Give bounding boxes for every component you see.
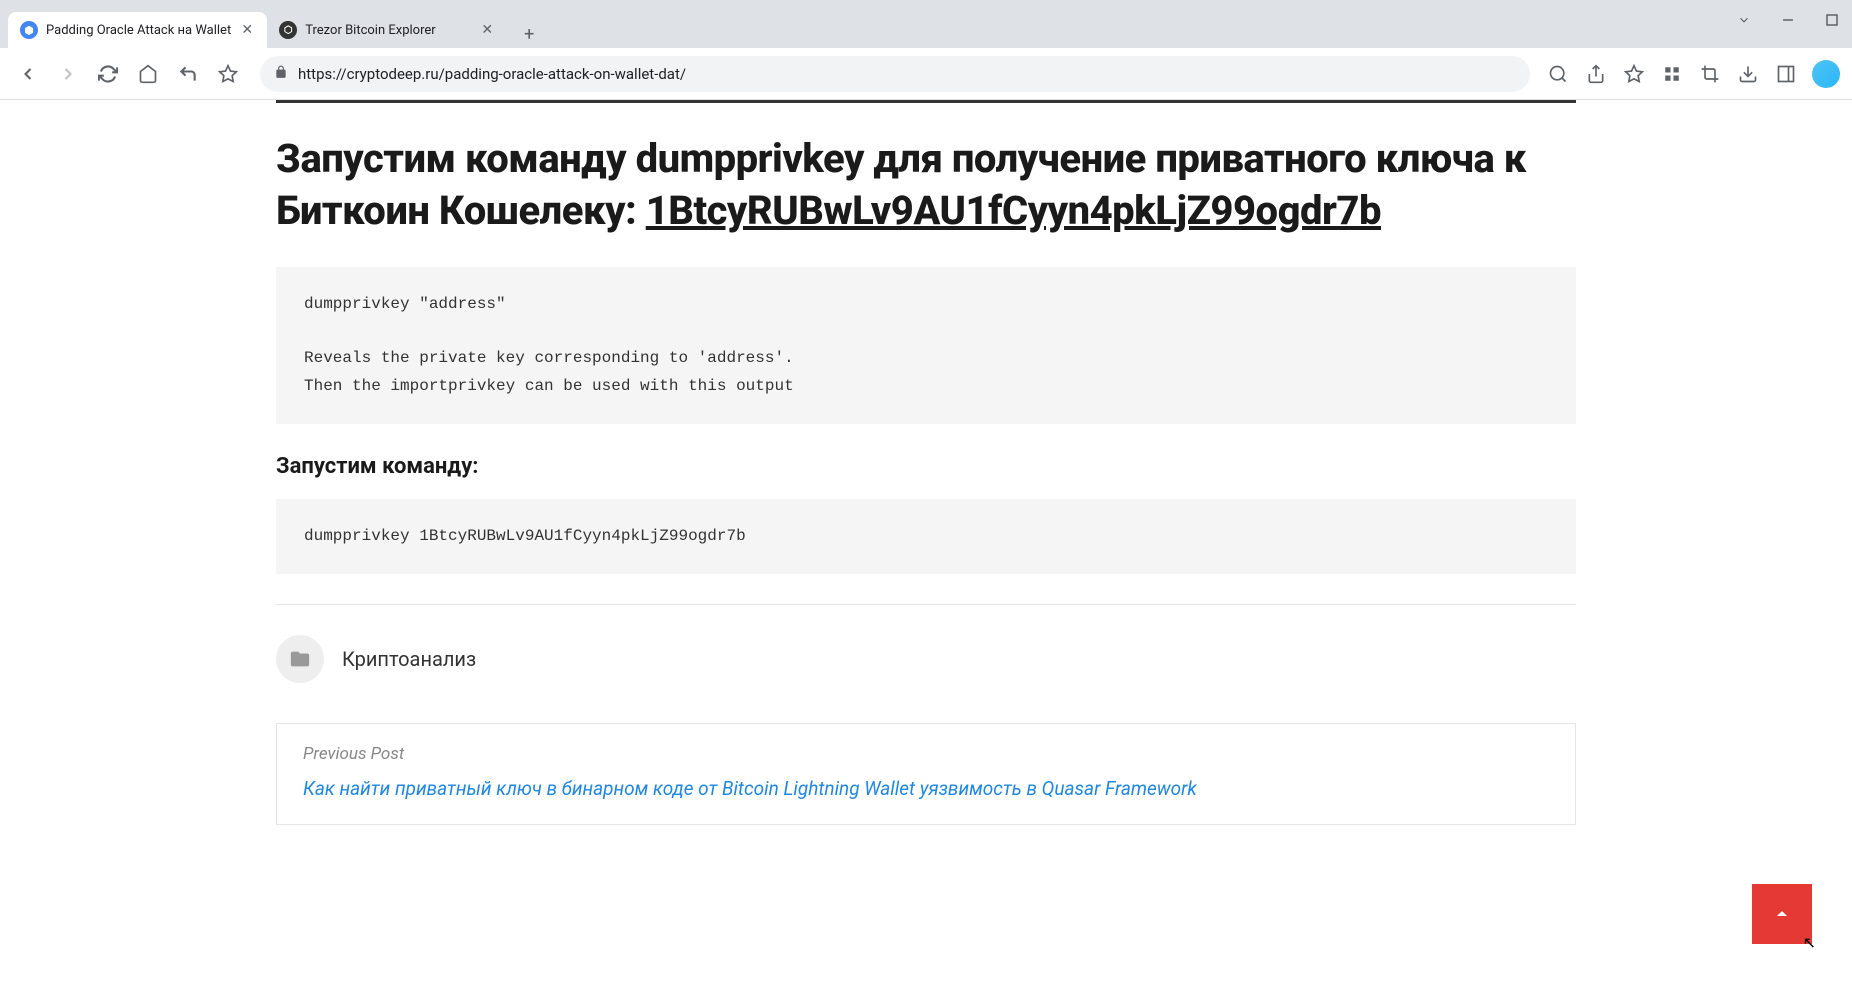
toolbar: https://cryptodeep.ru/padding-oracle-att… bbox=[0, 48, 1852, 100]
close-icon[interactable]: ✕ bbox=[479, 22, 495, 38]
address-bar[interactable]: https://cryptodeep.ru/padding-oracle-att… bbox=[260, 56, 1530, 92]
minimize-icon[interactable] bbox=[1776, 8, 1800, 32]
lock-icon bbox=[274, 65, 288, 83]
tab-active[interactable]: ⬢ Padding Oracle Attack на Wallet ✕ bbox=[8, 12, 267, 48]
home-button[interactable] bbox=[132, 58, 164, 90]
prev-post-link[interactable]: Как найти приватный ключ в бинарном коде… bbox=[303, 777, 1197, 800]
tab-inactive[interactable]: ⬡ Trezor Bitcoin Explorer ✕ bbox=[267, 12, 507, 48]
url-text: https://cryptodeep.ru/padding-oracle-att… bbox=[298, 65, 1516, 83]
page-content: Запустим команду dumpprivkey для получен… bbox=[0, 100, 1852, 1004]
post-footer: Криптоанализ Previous Post Как найти при… bbox=[276, 604, 1576, 825]
bookmark-icon[interactable] bbox=[1622, 62, 1646, 86]
category-link[interactable]: Криптоанализ bbox=[342, 647, 476, 671]
forward-button[interactable] bbox=[52, 58, 84, 90]
folder-icon bbox=[276, 635, 324, 683]
sub-heading: Запустим команду: bbox=[276, 454, 1576, 479]
chevron-up-icon bbox=[1770, 902, 1794, 926]
divider bbox=[276, 100, 1576, 103]
toolbar-right bbox=[1546, 60, 1840, 88]
address-link[interactable]: 1BtcyRUBwLv9AU1fCyyn4pkLjZ99ogdr7b bbox=[646, 187, 1381, 234]
code-block-1: dumpprivkey "address" Reveals the privat… bbox=[276, 267, 1576, 424]
reload-button[interactable] bbox=[92, 58, 124, 90]
zoom-icon[interactable] bbox=[1546, 62, 1570, 86]
profile-avatar[interactable] bbox=[1812, 60, 1840, 88]
favicon-icon: ⬡ bbox=[279, 21, 297, 39]
maximize-icon[interactable] bbox=[1820, 8, 1844, 32]
share-icon[interactable] bbox=[1584, 62, 1608, 86]
tab-title: Trezor Bitcoin Explorer bbox=[305, 23, 471, 38]
download-icon[interactable] bbox=[1736, 62, 1760, 86]
new-tab-button[interactable]: + bbox=[515, 20, 543, 48]
undo-button[interactable] bbox=[172, 58, 204, 90]
scroll-top-button[interactable] bbox=[1752, 884, 1812, 944]
tab-title: Padding Oracle Attack на Wallet bbox=[46, 23, 231, 38]
panel-icon[interactable] bbox=[1774, 62, 1798, 86]
category-row: Криптоанализ bbox=[276, 635, 1576, 683]
window-controls bbox=[1732, 8, 1844, 32]
star-icon[interactable] bbox=[212, 58, 244, 90]
tab-bar: ⬢ Padding Oracle Attack на Wallet ✕ ⬡ Tr… bbox=[0, 0, 1852, 48]
code-block-2: dumpprivkey 1BtcyRUBwLv9AU1fCyyn4pkLjZ99… bbox=[276, 499, 1576, 574]
back-button[interactable] bbox=[12, 58, 44, 90]
prev-post-label: Previous Post bbox=[303, 744, 1549, 764]
main-heading: Запустим команду dumpprivkey для получен… bbox=[276, 133, 1576, 237]
prev-post-box: Previous Post Как найти приватный ключ в… bbox=[276, 723, 1576, 825]
crop-icon[interactable] bbox=[1698, 62, 1722, 86]
close-icon[interactable]: ✕ bbox=[239, 22, 255, 38]
favicon-icon: ⬢ bbox=[20, 21, 38, 39]
chevron-down-icon[interactable] bbox=[1732, 8, 1756, 32]
apps-icon[interactable] bbox=[1660, 62, 1684, 86]
